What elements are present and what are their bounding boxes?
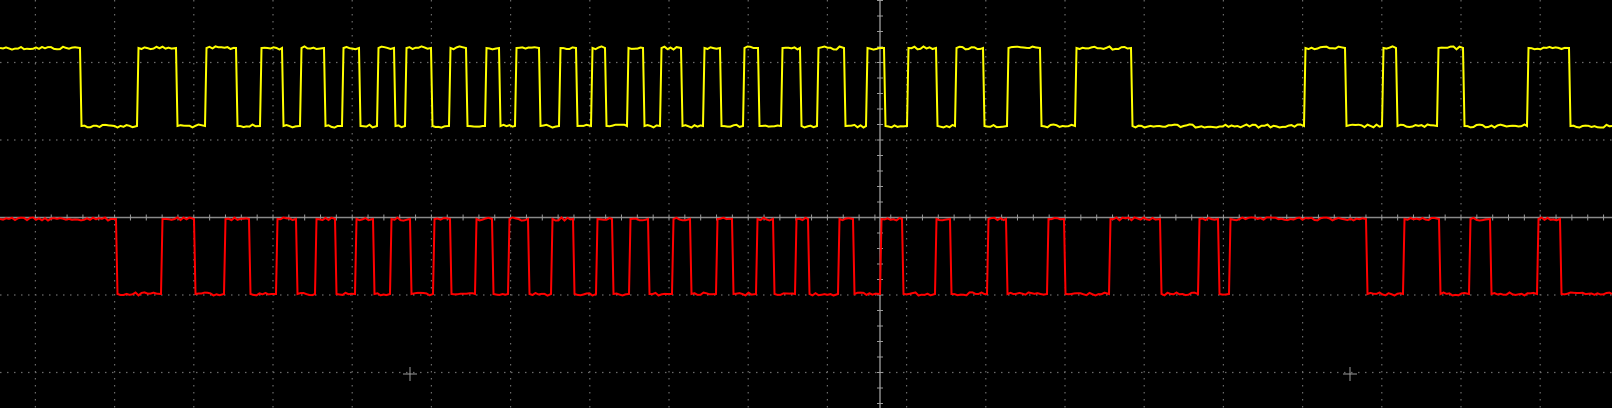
center-axes [0, 0, 1612, 408]
channel-2-trace [0, 215, 1612, 297]
channel-1-trace [0, 45, 1612, 129]
signal-traces [0, 45, 1612, 297]
oscilloscope-display [0, 0, 1612, 408]
graticule-grid [0, 0, 1612, 408]
